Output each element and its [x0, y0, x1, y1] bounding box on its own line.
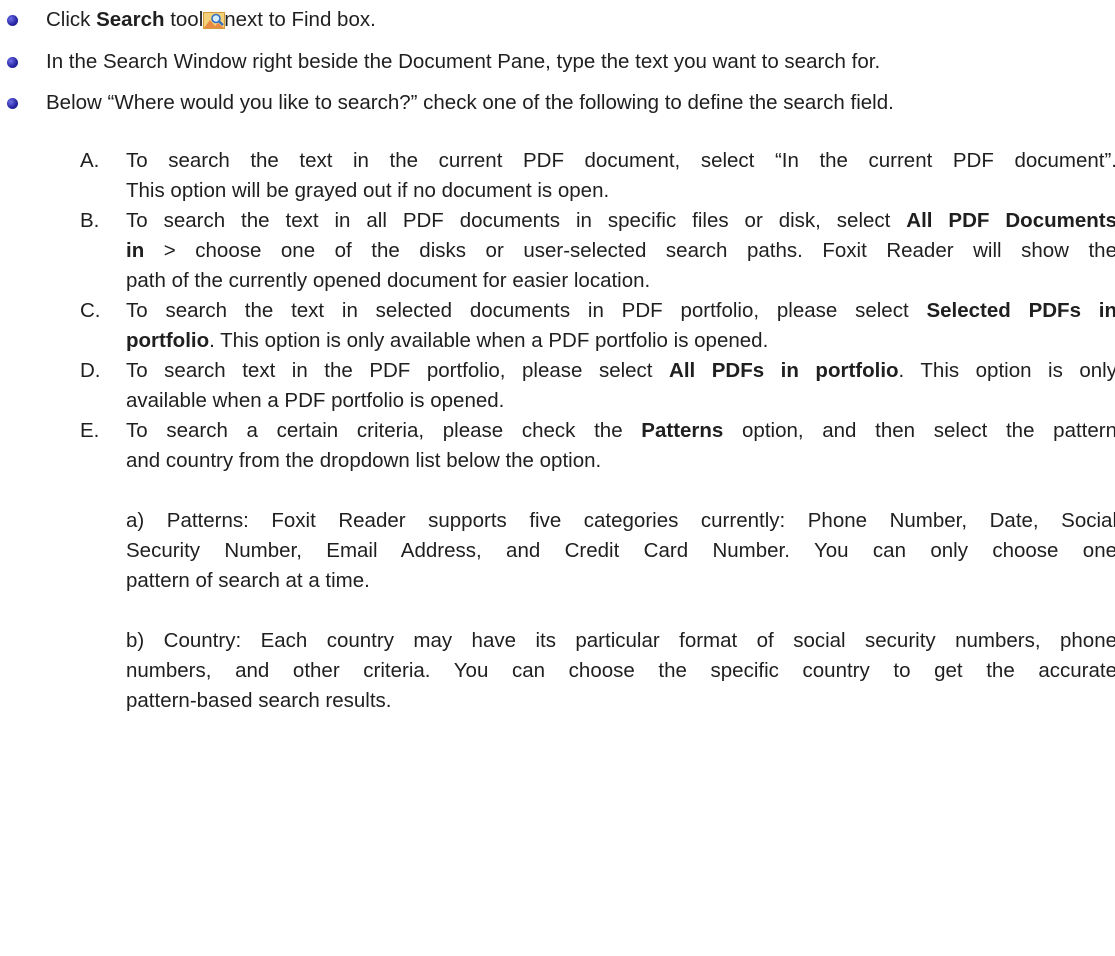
- list-marker: D.: [80, 359, 101, 382]
- list-marker: C.: [80, 299, 101, 322]
- sub-item-country: b) Country: Each country may have its pa…: [126, 626, 1115, 716]
- text-line: and country from the dropdown list below…: [126, 449, 602, 472]
- text-line: To search the text in the current PDF do…: [126, 149, 1115, 172]
- sub-item-patterns: a) Patterns: Foxit Reader supports five …: [126, 506, 1115, 596]
- bullet-text: Click Search tool next to Find box.: [46, 8, 376, 31]
- bullet-dot-icon: [7, 57, 18, 68]
- list-item-body: To search text in the PDF portfolio, ple…: [126, 356, 1115, 416]
- list-item-body: To search a certain criteria, please che…: [126, 416, 1115, 476]
- bullet-text: Below “Where would you like to search?” …: [46, 91, 894, 114]
- text-line: To search text in the PDF portfolio, ple…: [126, 359, 1115, 382]
- text-line: To search the text in selected documents…: [126, 299, 1115, 322]
- bullet-search-window: In the Search Window right beside the Do…: [0, 47, 1115, 77]
- text-line: Security Number, Email Address, and Cred…: [126, 539, 1115, 562]
- bullet-click-search: Click Search tool next to Find box.: [0, 5, 1115, 35]
- search-tool-icon: [203, 12, 226, 29]
- list-item-body: To search the text in selected documents…: [126, 296, 1115, 356]
- list-marker: B.: [80, 209, 100, 232]
- bullet-dot-icon: [7, 98, 18, 109]
- bullet-where-search: Below “Where would you like to search?” …: [0, 88, 1115, 118]
- text-line: b) Country: Each country may have its pa…: [126, 629, 1115, 652]
- text-line: To search the text in all PDF documents …: [126, 209, 1115, 232]
- text-line: To search a certain criteria, please che…: [126, 419, 1115, 442]
- document-page: Click Search tool next to Find box. In t…: [0, 0, 1115, 956]
- text-line: numbers, and other criteria. You can cho…: [126, 659, 1115, 682]
- text-line: portfolio. This option is only available…: [126, 329, 769, 352]
- text-line: path of the currently opened document fo…: [126, 269, 651, 292]
- text-line: a) Patterns: Foxit Reader supports five …: [126, 509, 1115, 532]
- text-line: pattern of search at a time.: [126, 569, 370, 592]
- text-line: This option will be grayed out if no doc…: [126, 179, 610, 202]
- bullet-text: In the Search Window right beside the Do…: [46, 50, 881, 73]
- text-line: in > choose one of the disks or user-sel…: [126, 239, 1115, 262]
- bullet-dot-icon: [7, 15, 18, 26]
- list-item-body: To search the text in the current PDF do…: [126, 146, 1115, 206]
- list-marker: A.: [80, 149, 100, 172]
- text-line: available when a PDF portfolio is opened…: [126, 389, 505, 412]
- text-line: pattern-based search results.: [126, 689, 392, 712]
- list-item-body: To search the text in all PDF documents …: [126, 206, 1115, 296]
- list-marker: E.: [80, 419, 100, 442]
